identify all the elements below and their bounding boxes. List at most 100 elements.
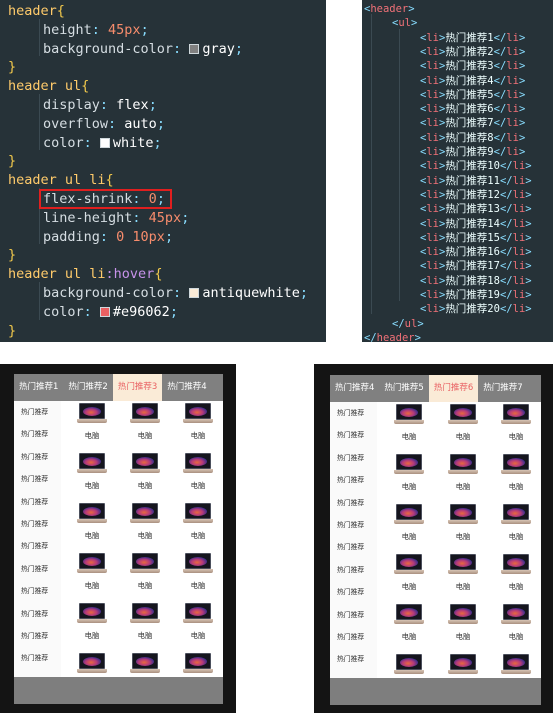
side-menu-item[interactable]: 热门推荐 [330,447,377,469]
css-code-line: padding: 0 10px; [43,228,173,247]
side-menu-item[interactable]: 热门推荐 [14,513,61,535]
mobile-preview-scrolled-start: 热门推荐1 热门推荐2 热门推荐3 热门推荐4 热门推荐 热门推荐 热门推荐 热门推荐 热门推… [0,364,236,713]
product-card[interactable]: 电脑 [490,500,541,550]
side-menu-item[interactable]: 热门推荐 [330,648,377,670]
product-card[interactable]: 电脑 [172,599,223,649]
css-property: height [43,21,92,38]
product-card[interactable]: 电脑 [66,401,118,449]
li-text: 热门推荐2 [445,45,494,58]
product-card[interactable]: 电脑 [119,499,171,549]
nav-tab[interactable]: 热门推荐2 [63,374,112,401]
product-card[interactable]: 电脑 [383,600,435,650]
product-card[interactable]: 电脑 [437,550,489,600]
side-menu-item[interactable]: 热门推荐 [330,402,377,424]
product-card[interactable]: 电脑 [383,550,435,600]
side-menu-item[interactable]: 热门推荐 [14,401,61,423]
side-menu-item[interactable]: 热门推荐 [14,423,61,445]
product-card[interactable]: 电脑 [66,549,118,599]
css-value: flex [116,97,149,113]
laptop-screen [396,504,422,520]
product-card[interactable]: 电脑 [66,599,118,649]
html-code-editor[interactable]: <header> <ul> <li>热门推荐1</li> <li>热门推荐2</li>… [362,0,553,342]
product-card[interactable]: 电脑 [119,649,171,677]
product-card[interactable]: 电脑 [383,500,435,550]
li-text: 热门推荐7 [445,117,494,130]
product-card[interactable]: 电脑 [172,449,223,499]
side-menu-item[interactable]: 热门推荐 [14,446,61,468]
css-code-line: background-color: antiquewhite; [43,284,308,303]
product-card[interactable]: 电脑 [437,402,489,450]
html-code-line: <li>热门推荐13</li> [420,202,532,216]
side-menu-item[interactable]: 热门推荐 [14,535,61,557]
side-menu-item[interactable]: 热门推荐 [14,558,61,580]
product-card[interactable]: 电脑 [172,401,223,449]
laptop-image [183,503,213,525]
product-label: 电脑 [137,531,153,540]
semicolon: ; [153,134,162,151]
side-menu-item[interactable]: 热门推荐 [330,604,377,626]
tag-name: li [426,289,439,301]
product-card[interactable]: 电脑 [119,449,171,499]
side-menu-item[interactable]: 热门推荐 [14,468,61,490]
product-card[interactable]: 电脑 [119,549,171,599]
css-code-editor[interactable]: header{height: 45px; background-color: gr… [0,0,326,342]
product-card[interactable]: 电脑 [383,650,435,678]
side-menu-item[interactable]: 热门推荐 [330,514,377,536]
side-menu-item[interactable]: 热门推荐 [14,647,61,669]
angle-bracket: </ [392,317,405,330]
nav-tab[interactable]: 热门推荐5 [379,375,428,402]
product-card[interactable]: 电脑 [437,600,489,650]
product-card[interactable]: 电脑 [437,450,489,500]
product-card[interactable]: 电脑 [119,599,171,649]
nav-tab[interactable]: 热门推荐4 [330,375,379,402]
product-card[interactable]: 电脑 [437,650,489,678]
product-card[interactable]: 电脑 [437,500,489,550]
nav-tab[interactable]: 热门推荐4 [162,374,211,401]
side-menu-item[interactable]: 热门推荐 [330,424,377,446]
product-card[interactable]: 电脑 [490,402,541,450]
side-menu-item[interactable]: 热门推荐 [330,581,377,603]
side-menu-item[interactable]: 热门推荐 [14,603,61,625]
laptop-base [183,569,213,573]
product-card[interactable]: 电脑 [490,650,541,678]
html-code-line: <li>热门推荐1</li> [420,31,525,45]
product-card[interactable]: 电脑 [119,401,171,449]
side-menu-item[interactable]: 热门推荐 [330,671,377,679]
product-card[interactable]: 电脑 [490,450,541,500]
side-menu-item[interactable]: 热门推荐 [14,670,61,678]
side-menu-item[interactable]: 热门推荐 [14,580,61,602]
tag-name: li [426,174,439,187]
html-code-line: <li>热门推荐5</li> [420,88,525,102]
product-card[interactable]: 电脑 [66,649,118,677]
product-card[interactable]: 电脑 [383,450,435,500]
product-card[interactable]: 电脑 [490,600,541,650]
angle-bracket: > [525,174,532,187]
product-card[interactable]: 电脑 [172,649,223,677]
angle-bracket: </ [499,160,513,173]
nav-tab[interactable]: 热门推荐7 [478,375,527,402]
laptop-screen [185,453,211,469]
product-card[interactable]: 电脑 [383,402,435,450]
tag-name: header [376,331,415,342]
laptop-screen [185,603,211,619]
header-nav[interactable]: 热门推荐4 热门推荐5 热门推荐6 热门推荐7 [330,375,541,402]
side-menu-item[interactable]: 热门推荐 [14,625,61,647]
side-menu-item[interactable]: 热门推荐 [330,492,377,514]
product-card[interactable]: 电脑 [490,550,541,600]
product-card[interactable]: 电脑 [172,499,223,549]
product-card[interactable]: 电脑 [66,449,118,499]
angle-bracket: > [518,103,526,116]
side-menu-item[interactable]: 热门推荐 [330,536,377,558]
header-nav[interactable]: 热门推荐1 热门推荐2 热门推荐3 热门推荐4 [14,374,223,401]
side-menu-item[interactable]: 热门推荐 [14,491,61,513]
nav-tab[interactable]: 热门推荐6 [428,375,479,402]
side-menu-item[interactable]: 热门推荐 [330,559,377,581]
product-card[interactable]: 电脑 [172,549,223,599]
product-card[interactable]: 电脑 [66,499,118,549]
nav-tab[interactable]: 热门推荐1 [14,374,63,401]
nav-tab[interactable]: 热门推荐3 [112,374,163,401]
side-menu-item[interactable]: 热门推荐 [330,626,377,648]
laptop-base [448,420,478,424]
laptop-screen [79,603,105,619]
side-menu-item[interactable]: 热门推荐 [330,469,377,491]
